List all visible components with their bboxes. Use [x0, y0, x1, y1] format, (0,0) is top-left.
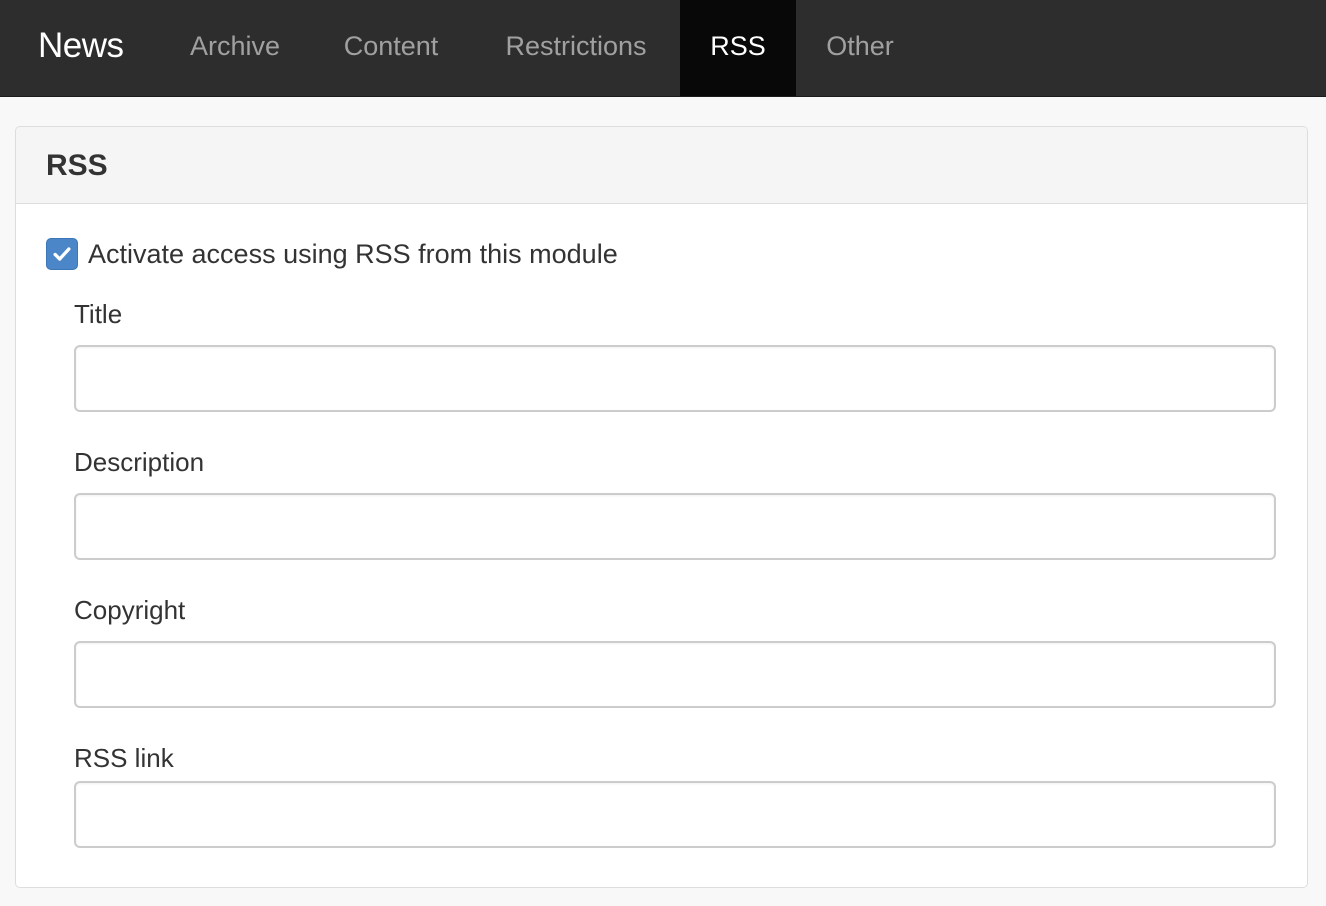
top-navbar: News Archive Content Restrictions RSS Ot… — [0, 0, 1326, 97]
navbar-brand[interactable]: News — [38, 0, 124, 96]
title-field-label: Title — [74, 299, 123, 329]
panel-heading: RSS — [16, 127, 1307, 204]
activate-rss-checkbox[interactable] — [46, 238, 78, 270]
check-icon — [53, 247, 71, 261]
copyright-input[interactable] — [74, 641, 1276, 708]
rss-link-input[interactable] — [74, 781, 1276, 848]
title-input[interactable] — [74, 345, 1276, 412]
tab-restrictions[interactable]: Restrictions — [474, 0, 678, 96]
rss-link-field-label: RSS link — [74, 743, 174, 773]
tab-archive[interactable]: Archive — [160, 0, 310, 96]
copyright-field-label: Copyright — [74, 595, 186, 625]
tab-other[interactable]: Other — [798, 0, 922, 96]
tab-rss[interactable]: RSS — [680, 0, 796, 96]
panel-title: RSS — [46, 149, 108, 182]
description-field-label: Description — [74, 447, 205, 477]
rss-settings-panel: RSS Activate access using RSS from this … — [15, 126, 1308, 888]
tab-content[interactable]: Content — [312, 0, 470, 96]
activate-rss-row: Activate access using RSS from this modu… — [46, 237, 618, 271]
activate-rss-label[interactable]: Activate access using RSS from this modu… — [88, 239, 618, 270]
description-input[interactable] — [74, 493, 1276, 560]
